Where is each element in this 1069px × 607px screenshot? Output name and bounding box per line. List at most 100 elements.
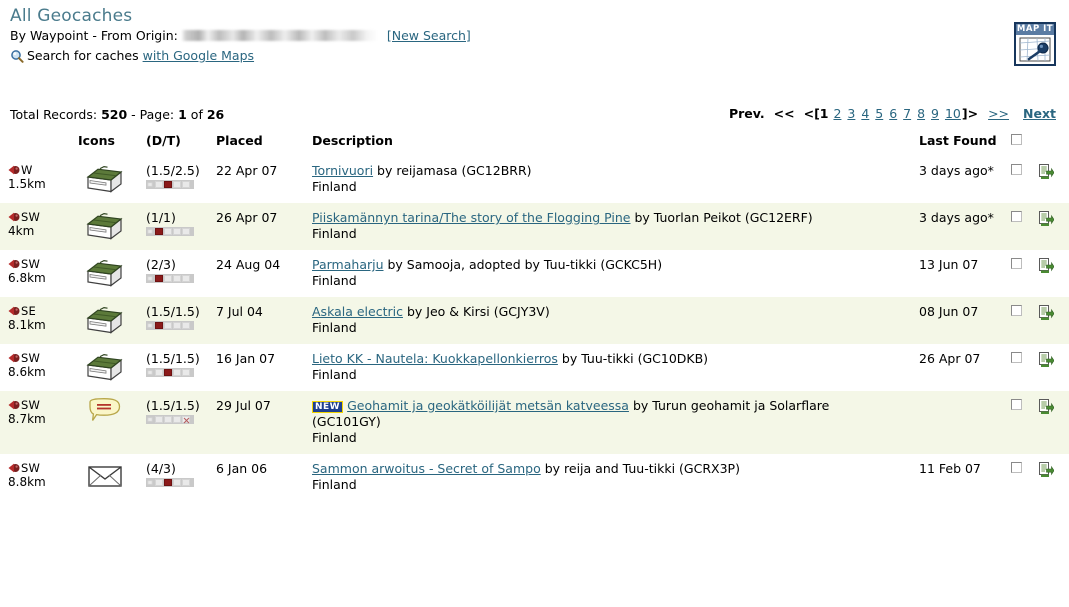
size-segment: [147, 370, 153, 375]
row-select-checkbox[interactable]: [1011, 399, 1022, 410]
cell-description: Parmaharju by Samooja, adopted by Tuu-ti…: [312, 250, 919, 297]
direction-label: SW: [21, 210, 41, 224]
row-select-checkbox[interactable]: [1011, 164, 1022, 175]
pager-page-4[interactable]: 4: [861, 106, 869, 121]
page-label: - Page:: [131, 107, 175, 122]
dt-rating: (1.5/1.5): [146, 398, 200, 413]
distance-label: 6.8km: [8, 271, 46, 285]
pager-close-bracket[interactable]: ]>: [962, 106, 978, 121]
pager-page-7[interactable]: 7: [903, 106, 911, 121]
cell-cache-type: [78, 297, 146, 344]
cache-title-link[interactable]: Sammon arwoitus - Secret of Sampo: [312, 461, 541, 476]
download-gpx-icon[interactable]: [1037, 210, 1055, 227]
cell-select: [1011, 297, 1037, 344]
cache-title-link[interactable]: Parmaharju: [312, 257, 384, 272]
row-select-checkbox[interactable]: [1011, 211, 1022, 222]
cell-direction: SW 4km: [0, 203, 78, 250]
map-it-button[interactable]: MAP IT: [1014, 22, 1056, 66]
pager-open-bracket: <[: [803, 106, 820, 121]
cell-last-found: 26 Apr 07: [919, 344, 1011, 391]
cell-select: [1011, 203, 1037, 250]
cell-gpx-download: [1037, 250, 1069, 297]
size-segment: [164, 479, 172, 486]
cell-direction: SW 6.8km: [0, 250, 78, 297]
container-size-gauge: [146, 368, 194, 377]
cache-title-link[interactable]: Geohamit ja geokätköilijät metsän katvee…: [347, 398, 629, 413]
distance-label: 4km: [8, 224, 35, 238]
pager-page-10[interactable]: 10: [945, 106, 961, 121]
cell-difficulty-terrain: (1.5/1.5): [146, 297, 216, 344]
dt-rating: (1.5/2.5): [146, 163, 200, 178]
cell-select: [1011, 250, 1037, 297]
pager-page-2[interactable]: 2: [833, 106, 841, 121]
pager-page-5[interactable]: 5: [875, 106, 883, 121]
container-size-gauge: [146, 478, 194, 487]
download-gpx-icon[interactable]: [1037, 163, 1055, 180]
download-gpx-icon[interactable]: [1037, 351, 1055, 368]
direction-label: SE: [21, 304, 36, 318]
cache-title-link[interactable]: Lieto KK - Nautela: Kuokkapellonkierros: [312, 351, 558, 366]
cell-select: [1011, 391, 1037, 454]
pagination-controls: Prev. << <[1 2 3 4 5 6 7 8 9 10]> >> Next: [729, 106, 1057, 121]
cache-title-link[interactable]: Piiskamännyn tarina/The story of the Flo…: [312, 210, 630, 225]
cache-title-link[interactable]: Tornivuori: [312, 163, 373, 178]
select-all-checkbox[interactable]: [1011, 134, 1022, 145]
size-segment: [182, 369, 190, 376]
size-segment: [182, 479, 190, 486]
cell-gpx-download: [1037, 203, 1069, 250]
direction-arrow-icon: [8, 352, 21, 364]
size-segment: [155, 369, 163, 376]
cell-placed-date: 24 Aug 04: [216, 257, 281, 272]
direction-arrow-icon: [8, 462, 21, 474]
direction-label: W: [21, 163, 33, 177]
cache-owner: by Tuorlan Peikot (GC12ERF): [634, 210, 813, 225]
cache-title-link[interactable]: Askala electric: [312, 304, 403, 319]
cell-last-found: 08 Jun 07: [919, 297, 1011, 344]
cache-code: (GC101GY): [312, 414, 381, 429]
cache-country: Finland: [312, 477, 357, 492]
size-segment: [147, 182, 153, 187]
column-header-select-all: [1011, 129, 1037, 156]
row-select-checkbox[interactable]: [1011, 258, 1022, 269]
google-maps-link[interactable]: with Google Maps: [143, 48, 254, 63]
cell-difficulty-terrain: (1.5/2.5): [146, 156, 216, 203]
last-found-value: 3 days ago*: [919, 163, 994, 178]
container-size-gauge: [146, 227, 194, 236]
row-select-checkbox[interactable]: [1011, 305, 1022, 316]
download-gpx-icon[interactable]: [1037, 257, 1055, 274]
distance-label: 8.1km: [8, 318, 46, 332]
new-search-link[interactable]: [New Search]: [387, 28, 471, 43]
size-segment: [173, 275, 181, 282]
geocache-results-table: Icons (D/T) Placed Description Last Foun…: [0, 129, 1069, 501]
download-gpx-icon[interactable]: [1037, 398, 1055, 415]
dt-rating: (1/1): [146, 210, 176, 225]
direction-label: SW: [21, 398, 41, 412]
pager-page-8[interactable]: 8: [917, 106, 925, 121]
cell-difficulty-terrain: (1.5/1.5): [146, 344, 216, 391]
size-segment: [182, 322, 190, 329]
size-segment: [164, 181, 172, 188]
pager-page-6[interactable]: 6: [889, 106, 897, 121]
pager-page-9[interactable]: 9: [931, 106, 939, 121]
direction-label: SW: [21, 461, 41, 475]
row-select-checkbox[interactable]: [1011, 352, 1022, 363]
traditional-cache-icon: [84, 210, 126, 240]
page-of-label: of: [190, 107, 203, 122]
download-gpx-icon[interactable]: [1037, 304, 1055, 321]
direction-arrow-icon: [8, 211, 21, 223]
pager-page-3[interactable]: 3: [847, 106, 855, 121]
size-segment: [173, 416, 181, 423]
size-segment: [173, 369, 181, 376]
direction-label: SW: [21, 257, 41, 271]
cell-select: [1011, 454, 1037, 501]
download-gpx-icon[interactable]: [1037, 461, 1055, 478]
cell-difficulty-terrain: (1.5/1.5): [146, 391, 216, 454]
dt-rating: (2/3): [146, 257, 176, 272]
row-select-checkbox[interactable]: [1011, 462, 1022, 473]
column-header-gpx: [1037, 129, 1069, 156]
direction-arrow-icon: [8, 164, 21, 176]
cell-cache-type: [78, 250, 146, 297]
pager-last-link[interactable]: >>: [988, 106, 1009, 121]
google-maps-search-line: Search for caches with Google Maps: [10, 47, 1069, 65]
pager-next-link[interactable]: Next: [1023, 106, 1056, 121]
